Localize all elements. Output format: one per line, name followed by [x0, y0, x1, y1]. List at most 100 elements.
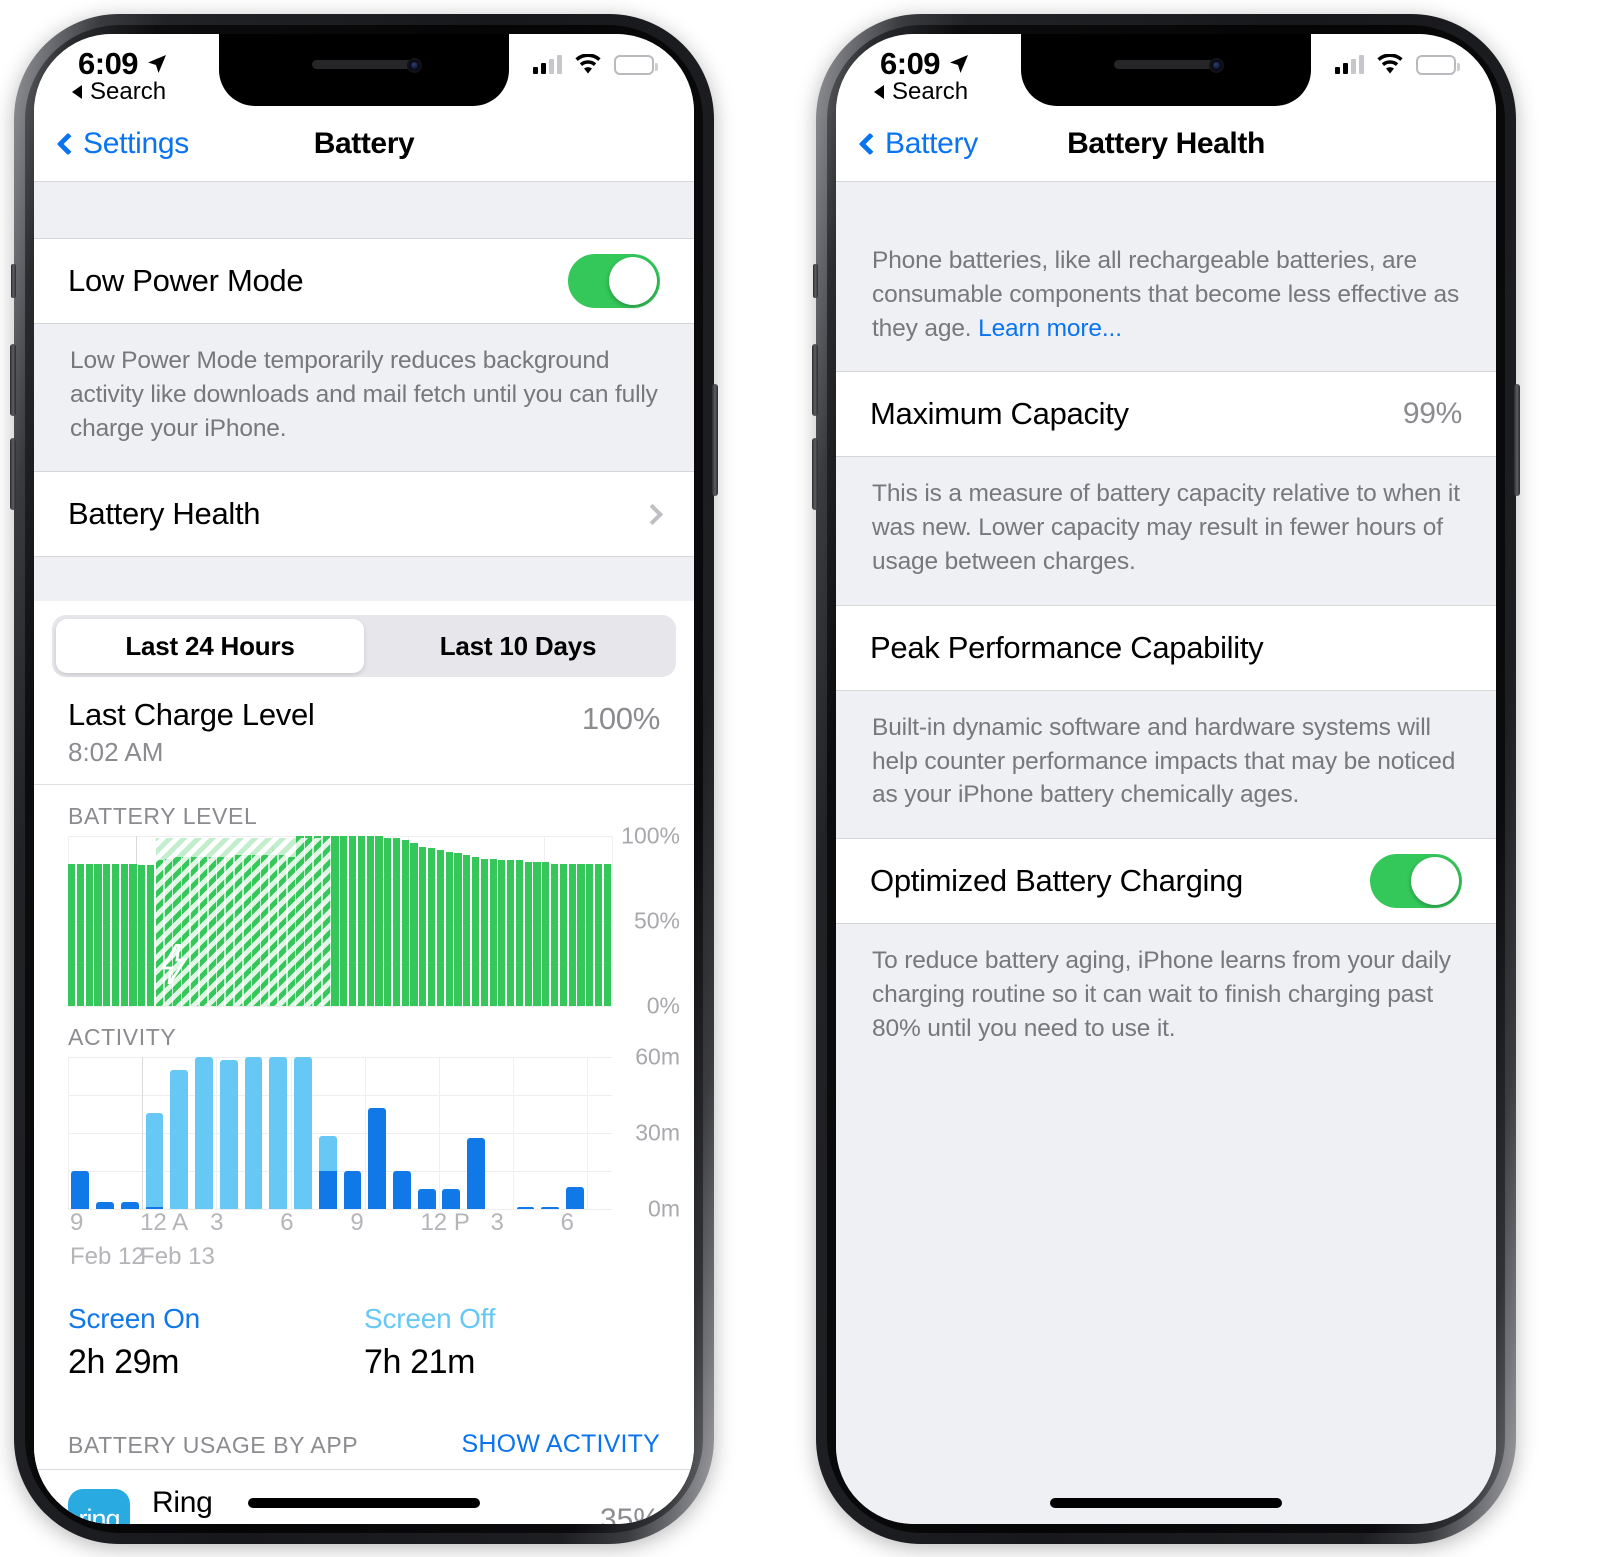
battery-level-bar: [542, 861, 550, 1007]
battery-level-bar: [480, 858, 488, 1007]
row-last-charge-level: Last Charge Level 8:02 AM 100%: [34, 683, 694, 786]
activity-bar-column: [439, 1189, 464, 1210]
silent-switch-right[interactable]: [813, 264, 818, 298]
app-usage-row-ring[interactable]: ring Ring Audio 35%: [34, 1469, 694, 1524]
home-indicator-left[interactable]: [248, 1498, 480, 1508]
settings-list-right[interactable]: Phone batteries, like all rechargeable b…: [836, 182, 1496, 1524]
battery-level-bar: [68, 863, 76, 1007]
activity-bar-screen-on: [318, 1171, 337, 1210]
battery-level-bar: [410, 843, 418, 1007]
status-back-to-app-right[interactable]: Search: [872, 78, 968, 106]
status-time-group: 6:09: [78, 46, 169, 82]
battery-level-chart-area: 100% 50% 0%: [34, 823, 694, 1019]
activity-bar-column: [390, 1171, 415, 1210]
row-peak-performance: Peak Performance Capability: [836, 604, 1496, 691]
settings-list-left[interactable]: Low Power Mode Low Power Mode temporaril…: [34, 182, 694, 1524]
battery-level-bar: [287, 856, 295, 1007]
toggle-knob: [609, 257, 657, 305]
activity-bar-column: [315, 1135, 340, 1210]
range-segmented-wrapper: Last 24 Hours Last 10 Days: [34, 601, 694, 684]
tab-last-24-hours[interactable]: Last 24 Hours: [56, 619, 364, 674]
battery-low-power-icon: [614, 54, 658, 75]
side-power-button-right[interactable]: [1514, 384, 1520, 496]
battery-level-bar: [550, 863, 559, 1007]
battery-level-bar: [594, 863, 603, 1007]
silent-switch[interactable]: [11, 264, 16, 298]
tab-last-10-days[interactable]: Last 10 Days: [364, 619, 672, 673]
chevron-left-icon: [56, 132, 80, 155]
status-time-group-right: 6:09: [880, 46, 971, 82]
battery-level-bar: [85, 863, 93, 1007]
cellular-bars-icon: [533, 54, 562, 74]
status-time: 6:09: [78, 46, 139, 81]
learn-more-link[interactable]: Learn more...: [978, 315, 1122, 342]
screen-on-value: 2h 29m: [68, 1343, 180, 1382]
y-tick-label: 50%: [633, 907, 680, 934]
activity-bar-screen-off: [294, 1057, 312, 1210]
list-top-spacer-right: [836, 182, 1496, 238]
activity-bar-screen-on: [467, 1138, 486, 1210]
gridline: [68, 1006, 612, 1008]
home-indicator-right[interactable]: [1050, 1498, 1282, 1508]
row-optimized-battery-charging[interactable]: Optimized Battery Charging: [836, 838, 1496, 925]
battery-level-bar: [94, 863, 102, 1007]
x-tick-label: 9: [350, 1209, 364, 1237]
screen-right: 6:09 Search Battery Battery Health Phone…: [836, 34, 1496, 1524]
back-button-settings[interactable]: Settings: [56, 126, 189, 161]
dual-phone-screenshot: 6:09 Search Settings Battery Low Power M…: [0, 0, 1600, 1557]
battery-level-bar: [103, 863, 111, 1007]
back-button-label: Settings: [83, 126, 189, 160]
low-power-mode-footnote: Low Power Mode temporarily reduces backg…: [70, 347, 658, 442]
y-tick-label: 60m: [635, 1043, 680, 1070]
triangle-left-icon-right: [874, 85, 884, 99]
activity-bar-column: [241, 1057, 266, 1210]
battery-level-bar: [357, 836, 365, 1007]
activity-bar-screen-off: [145, 1113, 164, 1207]
cellular-bars-icon-right: [1335, 54, 1364, 74]
activity-chart-title: ACTIVITY: [68, 1024, 177, 1051]
battery-level-bar: [322, 836, 330, 1007]
range-segmented-control[interactable]: Last 24 Hours Last 10 Days: [52, 615, 676, 678]
screen-on-label: Screen On: [68, 1303, 201, 1335]
show-activity-button[interactable]: SHOW ACTIVITY: [462, 1430, 660, 1459]
activity-bar-screen-off: [244, 1057, 263, 1210]
y-tick-label: 30m: [635, 1119, 680, 1146]
maximum-capacity-footnote: This is a measure of battery capacity re…: [872, 480, 1460, 575]
battery-health-label: Battery Health: [68, 496, 261, 532]
battery-level-bar: [533, 861, 541, 1007]
battery-level-bar: [261, 855, 269, 1007]
battery-level-bar: [375, 836, 383, 1007]
app-battery-percent: 35%: [599, 1502, 660, 1524]
x-tick-label: 6: [560, 1209, 574, 1237]
battery-low-power-icon-right: [1416, 54, 1460, 75]
activity-bar-screen-on: [566, 1186, 584, 1210]
back-button-battery[interactable]: Battery: [858, 127, 978, 161]
charging-bolt-icon: [162, 944, 188, 985]
row-low-power-mode[interactable]: Low Power Mode: [34, 238, 694, 324]
volume-down-button[interactable]: [10, 438, 16, 510]
battery-level-bar: [366, 836, 374, 1007]
battery-level-bar: [269, 855, 278, 1007]
battery-level-chart-block: BATTERY LEVEL 100% 50% 0%: [34, 785, 694, 1019]
triangle-left-icon: [72, 85, 82, 99]
battery-level-bar: [463, 855, 471, 1007]
status-indicators-right: [1335, 54, 1460, 75]
activity-bar-column: [291, 1057, 316, 1210]
battery-level-bar: [331, 836, 339, 1007]
volume-down-button-right[interactable]: [812, 438, 818, 510]
nav-bar-right: Battery Battery Health: [836, 106, 1496, 182]
status-back-to-app[interactable]: Search: [70, 78, 166, 106]
battery-health-intro-text: Phone batteries, like all rechargeable b…: [872, 247, 1460, 342]
side-power-button[interactable]: [712, 384, 718, 496]
volume-up-button[interactable]: [10, 344, 16, 416]
activity-bar-column: [93, 1201, 118, 1210]
low-power-mode-label: Low Power Mode: [68, 263, 304, 298]
activity-bar-screen-on: [417, 1189, 436, 1210]
volume-up-button-right[interactable]: [812, 344, 818, 416]
low-power-mode-toggle[interactable]: [568, 254, 660, 308]
optimized-charging-toggle[interactable]: [1370, 854, 1462, 909]
activity-bar-column: [414, 1189, 439, 1210]
wifi-icon-right: [1377, 54, 1403, 74]
status-back-label-right: Search: [892, 78, 969, 105]
row-battery-health[interactable]: Battery Health: [34, 471, 694, 558]
